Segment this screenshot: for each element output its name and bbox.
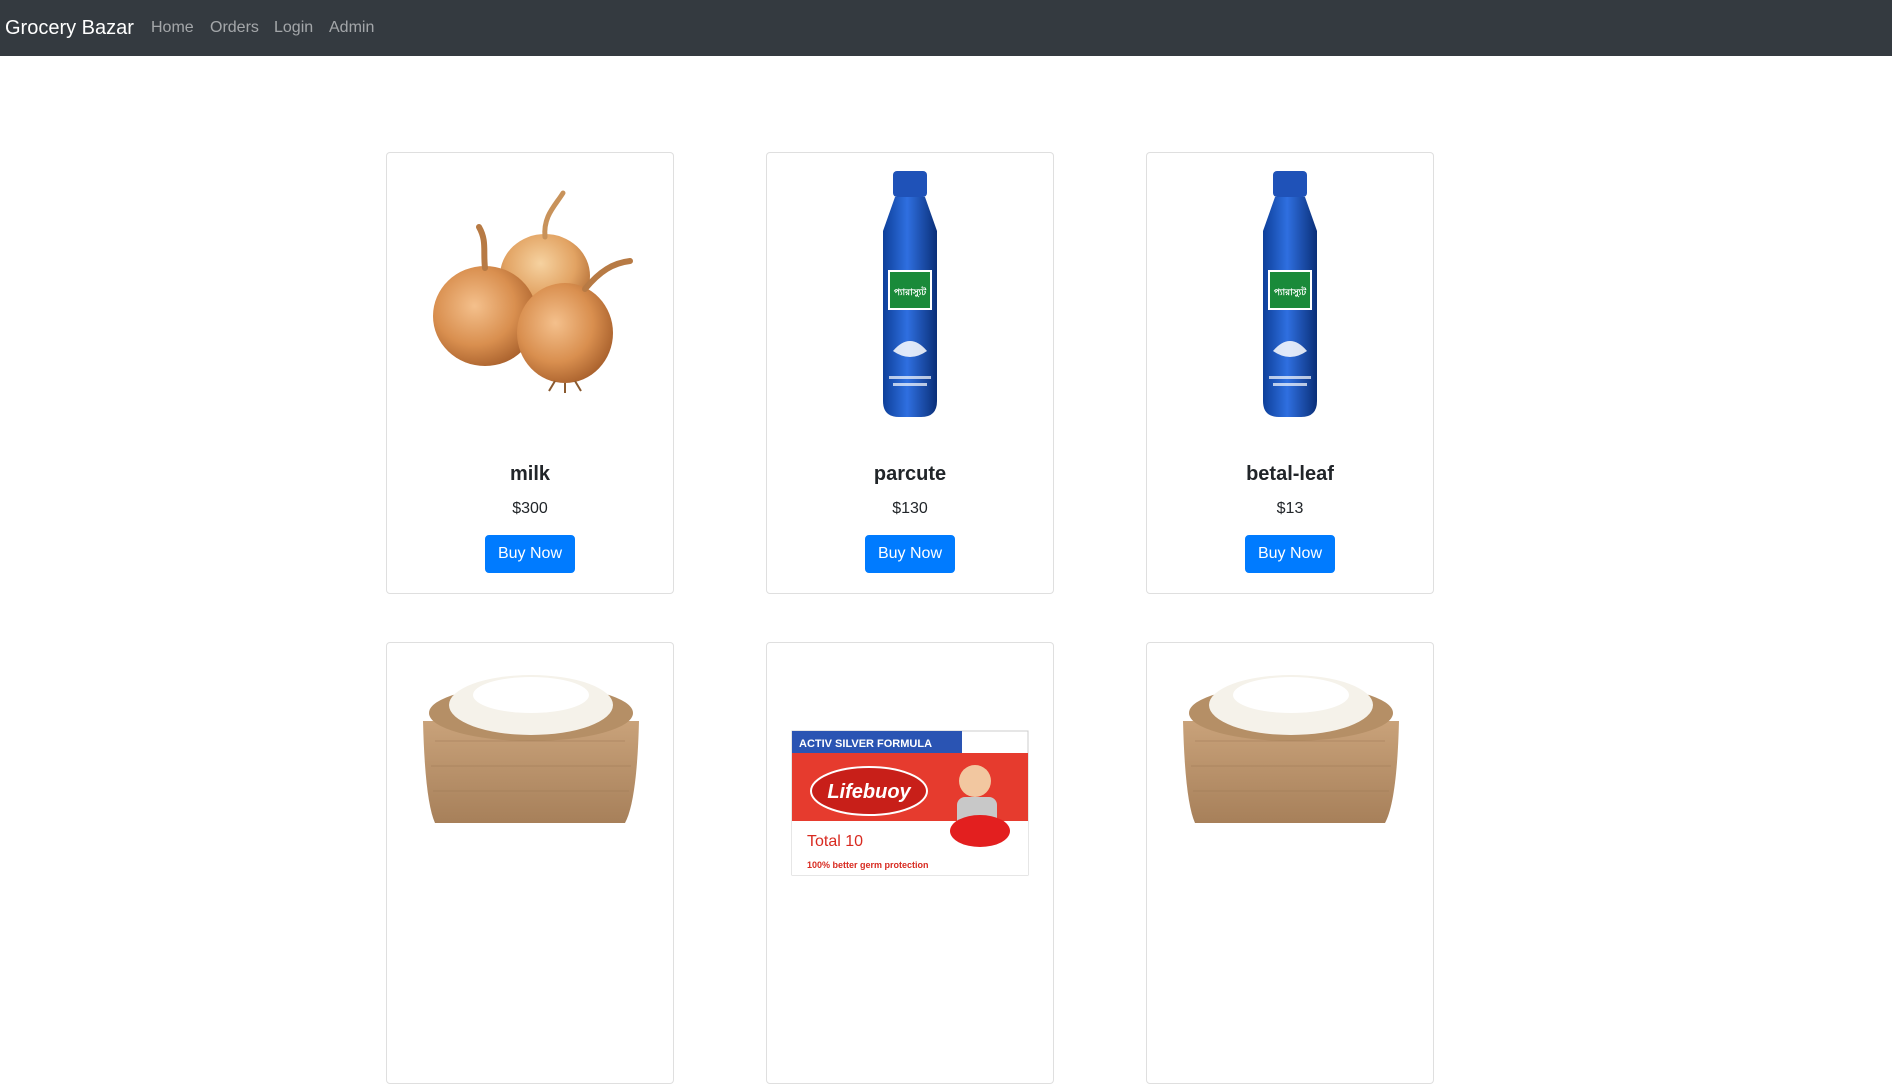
product-name: betal-leaf (1246, 463, 1334, 485)
product-image-rice-sack (405, 661, 655, 911)
product-card: প্যারাস্যুট betal-leaf $13 Buy Now (1146, 152, 1434, 594)
product-price: $13 (1276, 500, 1304, 517)
product-card (1146, 642, 1434, 1084)
soap-banner-text: ACTIV SILVER FORMULA (799, 738, 932, 750)
product-price: $130 (892, 500, 928, 517)
product-price: $300 (512, 500, 548, 517)
nav-link-admin[interactable]: Admin (329, 18, 374, 38)
product-card: প্যারাস্যুট parcute $130 Buy Now (766, 152, 1054, 594)
buy-now-button[interactable]: Buy Now (485, 535, 575, 573)
product-name: milk (509, 463, 551, 485)
product-image-rice-sack (1165, 661, 1415, 911)
product-card: ACTIV SILVER FORMULA Lifebuoy Total 10 1… (766, 642, 1054, 1084)
soap-brand-text: Lifebuoy (827, 781, 911, 803)
navbar: Grocery Bazar Home Orders Login Admin (0, 0, 1892, 56)
nav-link-orders[interactable]: Orders (210, 18, 259, 38)
product-image-lifebuoy-soap: ACTIV SILVER FORMULA Lifebuoy Total 10 1… (785, 661, 1035, 911)
soap-variant-text: Total 10 (807, 833, 863, 850)
soap-claim-text: 100% better germ protection (807, 860, 929, 870)
buy-now-button[interactable]: Buy Now (1245, 535, 1335, 573)
product-card: milk $300 Buy Now (386, 152, 674, 594)
nav-link-login[interactable]: Login (274, 18, 313, 38)
buy-now-button[interactable]: Buy Now (865, 535, 955, 573)
nav-link-home[interactable]: Home (151, 18, 194, 38)
product-image-oil-bottle: প্যারাস্যুট (1165, 171, 1415, 421)
brand-logo-link[interactable]: Grocery Bazar (5, 15, 134, 41)
product-name: parcute (873, 463, 947, 485)
bottle-logo-text: প্যারাস্যুট (1274, 285, 1307, 299)
product-card (386, 642, 674, 1084)
bottle-logo-text: প্যারাস্যুট (894, 285, 927, 299)
product-image-oil-bottle: প্যারাস্যুট (785, 171, 1035, 421)
product-image-onions (405, 171, 655, 421)
